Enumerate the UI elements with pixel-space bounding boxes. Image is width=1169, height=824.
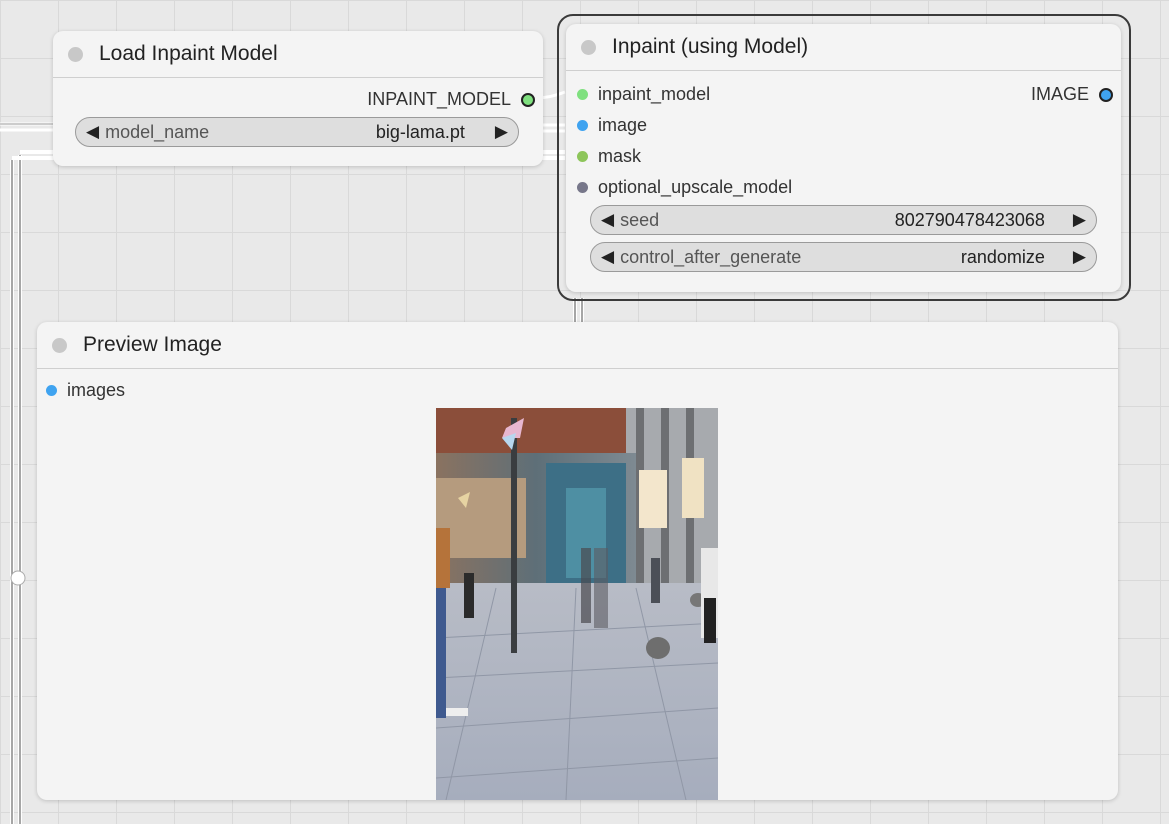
left-arrow-icon[interactable]: ◀ (597, 210, 618, 230)
widget-value: big-lama.pt (375, 121, 465, 142)
output-slot-image[interactable]: IMAGE (1031, 84, 1113, 105)
input-label: image (598, 115, 648, 135)
inpaint-node[interactable]: Inpaint (using Model) inpaint_model imag… (566, 24, 1121, 292)
right-arrow-icon[interactable]: ▶ (1069, 247, 1090, 267)
input-slot-upscale-model[interactable]: optional_upscale_model (577, 177, 792, 198)
input-slot-inpaint-model[interactable]: inpaint_model (577, 84, 710, 105)
node-header[interactable]: Preview Image (37, 322, 1118, 369)
node-header[interactable]: Inpaint (using Model) (566, 24, 1121, 71)
node-title: Inpaint (using Model) (612, 35, 809, 58)
collapse-dot-icon[interactable] (581, 39, 596, 55)
model-name-combo[interactable]: ◀ model_name big-lama.pt ▶ (75, 117, 519, 147)
input-slot-images[interactable]: images (46, 380, 125, 401)
output-dot-icon[interactable] (1099, 87, 1113, 102)
right-arrow-icon[interactable]: ▶ (1069, 210, 1090, 230)
street-photo (436, 408, 718, 800)
collapse-dot-icon[interactable] (68, 46, 83, 62)
input-slot-image[interactable]: image (577, 115, 647, 136)
load-inpaint-model-node[interactable]: Load Inpaint Model INPAINT_MODEL ◀ model… (53, 31, 543, 166)
output-dot-icon[interactable] (521, 92, 535, 107)
input-dot-icon[interactable] (577, 120, 588, 131)
widget-label: seed (620, 209, 660, 230)
collapse-dot-icon[interactable] (52, 337, 67, 353)
node-header[interactable]: Load Inpaint Model (53, 31, 543, 78)
input-label: inpaint_model (598, 84, 711, 104)
output-label: IMAGE (1030, 84, 1089, 104)
input-dot-icon[interactable] (577, 151, 588, 162)
left-arrow-icon[interactable]: ◀ (82, 122, 103, 142)
widget-label: control_after_generate (620, 246, 802, 267)
seed-number-widget[interactable]: ◀ seed 802790478423068 ▶ (590, 205, 1097, 235)
output-label: INPAINT_MODEL (367, 89, 511, 109)
control-after-generate-combo[interactable]: ◀ control_after_generate randomize ▶ (590, 242, 1097, 272)
input-dot-icon[interactable] (577, 182, 588, 193)
input-dot-icon[interactable] (577, 89, 588, 100)
node-title: Preview Image (83, 333, 222, 356)
preview-image-node[interactable]: Preview Image images (37, 322, 1118, 800)
input-label: images (67, 380, 126, 400)
widget-label: model_name (105, 121, 210, 142)
node-title: Load Inpaint Model (99, 42, 278, 65)
input-slot-mask[interactable]: mask (577, 146, 641, 167)
input-label: optional_upscale_model (598, 177, 793, 197)
output-slot-inpaint-model[interactable]: INPAINT_MODEL (367, 89, 535, 110)
preview-image (436, 408, 718, 800)
right-arrow-icon[interactable]: ▶ (491, 122, 512, 142)
widget-value: randomize (960, 246, 1045, 267)
left-arrow-icon[interactable]: ◀ (597, 247, 618, 267)
widget-value: 802790478423068 (894, 209, 1045, 230)
input-label: mask (598, 146, 642, 166)
input-dot-icon[interactable] (46, 385, 57, 396)
